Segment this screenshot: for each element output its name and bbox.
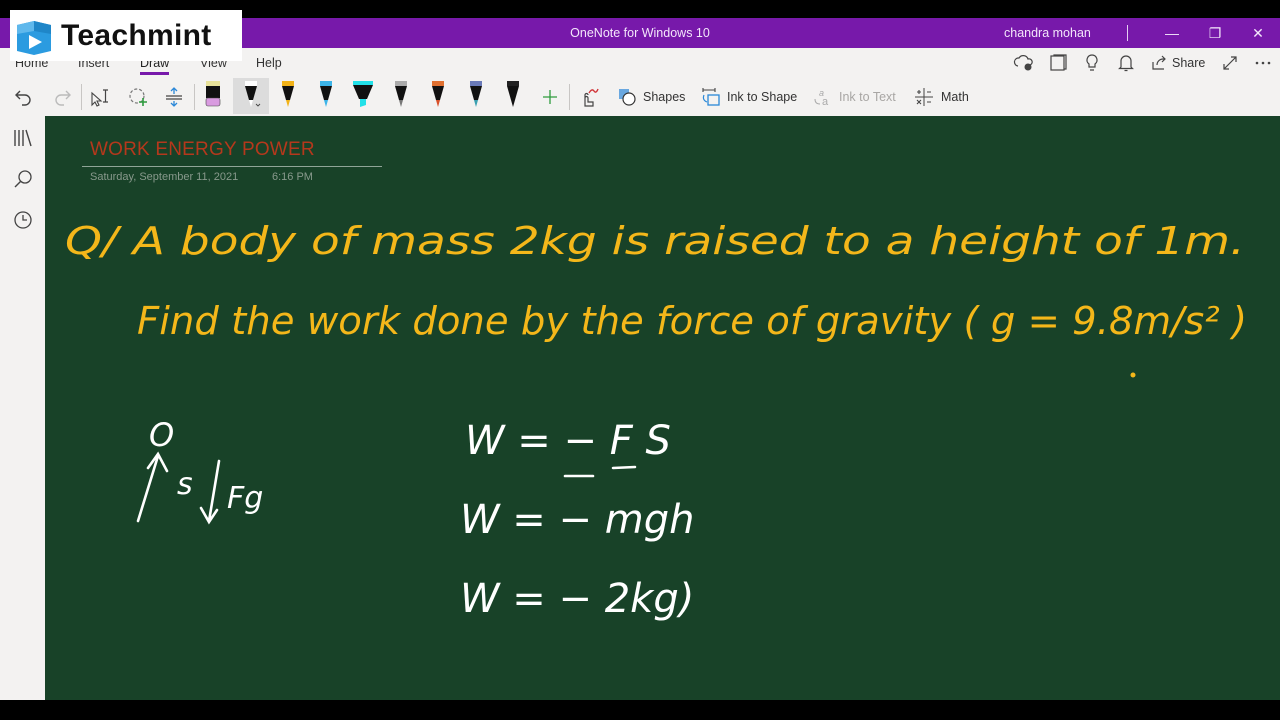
teachmint-watermark: Teachmint bbox=[10, 10, 242, 61]
blue-pen-icon bbox=[319, 81, 332, 107]
undo-icon[interactable] bbox=[12, 85, 36, 109]
math-icon bbox=[915, 88, 933, 106]
galaxy-pen-icon bbox=[394, 81, 407, 107]
sync-status-icon[interactable] bbox=[1013, 52, 1035, 74]
ink-to-text-icon: a a bbox=[814, 88, 829, 107]
ocean-pen-icon bbox=[469, 81, 482, 107]
gravity-force-arrow bbox=[199, 459, 221, 525]
ink-layer: Q/ A body of mass 2kg is raised to a hei… bbox=[65, 219, 1247, 622]
page-canvas[interactable]: WORK ENERGY POWER Saturday, September 11… bbox=[45, 116, 1280, 700]
eraser-icon bbox=[205, 81, 221, 107]
bell-icon[interactable] bbox=[1116, 52, 1136, 74]
question-line-1: Q/ A body of mass 2kg is raised to a hei… bbox=[65, 219, 1245, 263]
question-line-2: Find the work done by the force of gravi… bbox=[137, 299, 1247, 343]
pen-black-pen[interactable] bbox=[232, 78, 269, 114]
add-pen-icon[interactable] bbox=[538, 85, 562, 109]
equation-1: W = − F S bbox=[465, 418, 671, 464]
pen-ocean-pen[interactable] bbox=[464, 78, 488, 114]
add-space-icon[interactable] bbox=[162, 85, 186, 109]
pen-cyan-highlighter[interactable] bbox=[351, 78, 375, 114]
ink-to-text-label: Ink to Text bbox=[839, 90, 896, 104]
notebooks-icon[interactable] bbox=[11, 126, 35, 150]
ink-to-shape-button[interactable]: Ink to Shape bbox=[701, 85, 797, 109]
share-label: Share bbox=[1172, 56, 1206, 70]
shapes-icon bbox=[619, 89, 636, 106]
rainbow-pen-icon bbox=[432, 81, 444, 107]
ink-to-shape-icon bbox=[702, 88, 720, 106]
lasso-select-icon[interactable] bbox=[88, 85, 112, 109]
black-pen-2-icon bbox=[507, 81, 519, 107]
lasso-add-icon[interactable] bbox=[126, 85, 150, 109]
shapes-button[interactable]: Shapes bbox=[617, 85, 685, 109]
yellow-pen-icon bbox=[282, 81, 294, 107]
ink-to-shape-label: Ink to Shape bbox=[727, 90, 798, 104]
left-navigation bbox=[0, 116, 45, 700]
shapes-label: Shapes bbox=[643, 90, 686, 104]
cyan-highlighter-icon bbox=[353, 81, 373, 107]
recent-notes-icon[interactable] bbox=[11, 208, 35, 232]
teachmint-wordmark: Teachmint bbox=[61, 18, 212, 52]
user-account[interactable]: chandra mohan bbox=[1004, 26, 1091, 40]
draw-toolbar: Shapes Ink to Shape a a Ink to Text Math bbox=[0, 78, 1280, 116]
pen-blue-pen[interactable] bbox=[314, 78, 338, 114]
ink-dot bbox=[1130, 372, 1136, 378]
touch-draw-icon[interactable] bbox=[576, 85, 600, 109]
solution-ink: O s Fg W = − F S W = − mgh W = − 2kg) bbox=[136, 416, 694, 622]
search-icon[interactable] bbox=[11, 167, 35, 191]
share-button[interactable]: Share bbox=[1150, 52, 1205, 74]
more-icon[interactable] bbox=[1253, 52, 1273, 74]
toolbar-separator bbox=[194, 84, 195, 110]
close-button[interactable]: ✕ bbox=[1243, 22, 1273, 44]
toolbar-separator bbox=[81, 84, 82, 110]
displacement-label: s bbox=[177, 467, 193, 502]
expand-icon[interactable] bbox=[1220, 52, 1240, 74]
vector-underline bbox=[563, 465, 637, 478]
redo-icon[interactable] bbox=[50, 85, 74, 109]
share-icon bbox=[1152, 55, 1166, 70]
lightbulb-icon[interactable] bbox=[1082, 52, 1102, 74]
notebook-icon[interactable] bbox=[1048, 52, 1068, 74]
toolbar-separator bbox=[569, 84, 570, 110]
restore-button[interactable]: ❐ bbox=[1200, 22, 1230, 44]
pen-yellow-pen[interactable] bbox=[276, 78, 300, 114]
question-ink: Q/ A body of mass 2kg is raised to a hei… bbox=[65, 219, 1247, 378]
black-pen-icon bbox=[244, 81, 260, 107]
minimize-button[interactable]: — bbox=[1157, 22, 1187, 44]
tab-help[interactable]: Help bbox=[256, 56, 282, 70]
ink-to-text-button[interactable]: a a Ink to Text bbox=[813, 85, 896, 109]
equation-2: W = − mgh bbox=[460, 497, 694, 543]
pen-eraser[interactable] bbox=[201, 78, 225, 114]
teachmint-logo-icon bbox=[17, 20, 51, 55]
svg-text:a: a bbox=[822, 96, 829, 107]
bottom-black-bar bbox=[0, 700, 1280, 720]
pen-rainbow-pen[interactable] bbox=[426, 78, 450, 114]
equation-3: W = − 2kg) bbox=[460, 576, 694, 622]
diagram-origin-label: O bbox=[149, 416, 174, 454]
displacement-arrow bbox=[136, 451, 169, 523]
title-separator bbox=[1127, 25, 1128, 41]
math-button[interactable]: Math bbox=[914, 85, 969, 109]
pen-galaxy-pen[interactable] bbox=[389, 78, 413, 114]
pen-black-pen-2[interactable] bbox=[501, 78, 525, 114]
math-label: Math bbox=[941, 90, 969, 104]
gravity-force-label: Fg bbox=[227, 481, 263, 516]
